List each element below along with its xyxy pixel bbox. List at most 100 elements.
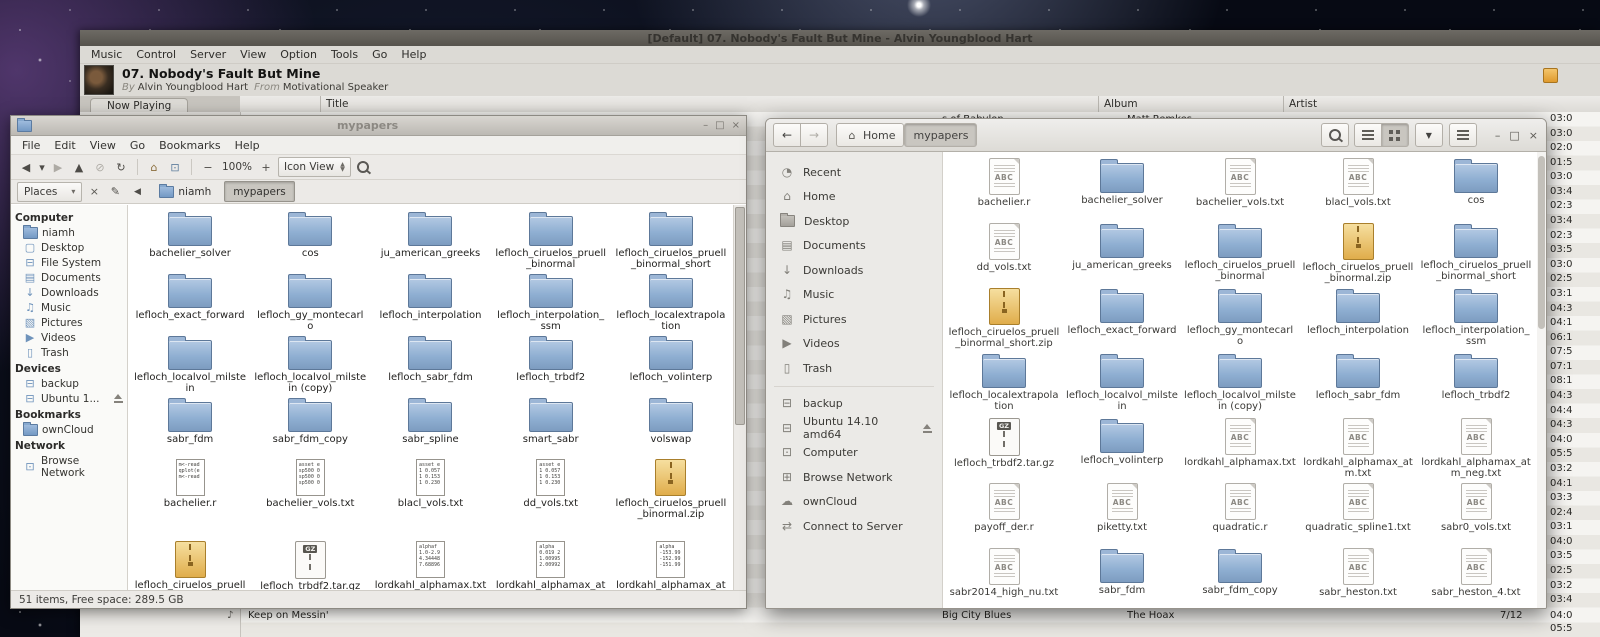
list-view-button[interactable] [1353,123,1382,147]
file-item[interactable]: lefloch_localvol_milstein (copy) [1181,353,1299,418]
file-item[interactable]: ABC piketty.txt [1063,483,1181,548]
column-header-album[interactable]: Album [1098,96,1287,112]
file-item[interactable]: ABC sabr0_vols.txt [1417,483,1535,548]
vertical-scrollbar[interactable] [1537,152,1546,608]
file-item[interactable]: lefloch_trbdf2 [491,335,611,397]
menu-item-option[interactable]: Option [273,48,324,61]
file-item[interactable]: lefloch_interpolation_ssm [491,273,611,335]
file-item[interactable]: sabr_fdm [130,397,250,459]
sidebar-item-downloads[interactable]: ↓ Downloads [766,258,942,283]
file-item[interactable]: lefloch_ciruelos_pruell_binormal [1181,223,1299,288]
close-button[interactable]: × [732,120,740,131]
sidebar-item-pictures[interactable]: ▧ Pictures [766,307,942,332]
file-item[interactable]: lefloch_ciruelos_pruell_binormal.zip [611,459,731,541]
sidebar-item-niamh[interactable]: niamh [11,224,127,240]
file-item[interactable]: lefloch_localextrapolation [611,273,731,335]
file-item[interactable]: GZ lefloch_trbdf2.tar.gz [945,418,1063,483]
path-button-home[interactable]: ⌂ Home [836,123,905,147]
file-item[interactable]: ABC quadratic.r [1181,483,1299,548]
view-options-button[interactable]: ▼ [1414,123,1443,147]
vertical-scrollbar[interactable] [733,205,746,590]
right-window-headerbar[interactable]: ← → ⌂ Home mypapers ▼ – □ × [766,119,1546,152]
file-item[interactable]: lefloch_sabr_fdm [1299,353,1417,418]
sidebar-item-backup[interactable]: ⊟ backup [766,392,942,417]
back-button[interactable]: ← [773,123,801,147]
file-item[interactable]: ABC payoff_der.r [945,483,1063,548]
menu-item-view[interactable]: View [83,139,123,152]
menu-item-go[interactable]: Go [365,48,394,61]
computer-button[interactable]: ⊡ [166,158,184,176]
menu-item-tools[interactable]: Tools [324,48,365,61]
eject-icon[interactable] [923,423,932,433]
close-button[interactable]: × [1529,129,1538,142]
status-icon[interactable] [1543,68,1558,83]
sidebar-item-trash[interactable]: ▯ Trash [11,345,127,360]
maximize-button[interactable]: □ [1509,129,1519,142]
forward-button[interactable]: → [800,123,828,147]
file-item[interactable]: lefloch_trbdf2 [1417,353,1535,418]
scroll-path-left-button[interactable]: ◀ [128,183,146,201]
file-item[interactable]: alphaf 1.0-2.9 4.34448 7.68896 lordkahl_alph… [370,541,490,590]
menu-item-edit[interactable]: Edit [47,139,82,152]
file-item[interactable]: bachelier_solver [1063,158,1181,223]
file-item[interactable]: ABC blacl_vols.txt [1299,158,1417,223]
column-header-artist[interactable]: Artist [1283,96,1600,112]
file-item[interactable]: asset e1 0.057 1 0.153 1 0.230 blacl_vols.t… [370,459,490,541]
file-item[interactable]: lefloch_interpolation_ssm [1417,288,1535,353]
file-item[interactable]: smart_sabr [491,397,611,459]
track-row[interactable]: ♪ Keep on Messin' Big City Blues The Hoa… [80,608,1600,623]
menu-item-music[interactable]: Music [84,48,129,61]
eject-icon[interactable] [114,394,123,403]
search-button[interactable] [354,158,372,176]
menu-item-file[interactable]: File [15,139,47,152]
sidebar-item-trash[interactable]: ▯ Trash [766,356,942,381]
file-item[interactable]: ABC quadratic_spline1.txt [1299,483,1417,548]
sidebar-item-backup[interactable]: ⊟ backup [11,376,127,391]
sidebar-item-music[interactable]: ♫ Music [11,300,127,315]
file-item[interactable]: sabr_spline [370,397,490,459]
back-history-dropdown[interactable]: ▾ [38,158,46,176]
sidebar-item-ubuntu-14-10-amd64[interactable]: ⊟ Ubuntu 14.10 amd64 [766,415,942,441]
sidebar-item-connect-to-server[interactable]: ⇄ Connect to Server [766,514,942,539]
file-item[interactable]: ABC sabr_heston.txt [1299,548,1417,608]
sidebar-item-owncloud[interactable]: ☁ ownCloud [766,490,942,515]
menu-button[interactable] [1448,123,1477,147]
file-item[interactable]: lefloch_ciruelos_pruell_binormal_short.z… [945,288,1063,353]
sidebar-item-computer[interactable]: ⊡ Computer [766,441,942,466]
forward-button[interactable]: ▶ [49,158,67,176]
back-button[interactable]: ◀ [17,158,35,176]
edit-location-button[interactable]: ✎ [106,183,124,201]
zoom-in-button[interactable]: + [257,158,275,176]
menu-item-view[interactable]: View [233,48,273,61]
menu-item-help[interactable]: Help [394,48,433,61]
file-item[interactable]: GZ lefloch_trbdf2.tar.gz [250,541,370,590]
sidebar-item-home[interactable]: ⌂ Home [766,185,942,210]
sidebar-item-browse-network[interactable]: ⊡ Browse Network [11,453,127,480]
sidebar-item-videos[interactable]: ▶ Videos [11,330,127,345]
player-titlebar[interactable]: [Default] 07. Nobody's Fault But Mine - … [80,30,1600,46]
sidebar-item-documents[interactable]: ▤ Documents [11,270,127,285]
file-item[interactable]: lefloch_localvol_milstein (copy) [250,335,370,397]
menu-item-help[interactable]: Help [228,139,267,152]
file-item[interactable]: ABC lordkahl_alphamax.txt [1181,418,1299,483]
close-sidebar-button[interactable]: × [86,185,102,198]
file-item[interactable]: ABC bachelier_vols.txt [1181,158,1299,223]
maximize-button[interactable]: □ [715,120,724,131]
up-button[interactable]: ▲ [70,158,88,176]
file-item[interactable]: ABC dd_vols.txt [945,223,1063,288]
search-button[interactable] [1320,123,1349,147]
file-item[interactable]: lefloch_ciruelos_pruell_binormal [491,211,611,273]
file-item[interactable]: lefloch_exact_forward [1063,288,1181,353]
file-item[interactable]: volswap [611,397,731,459]
artist-name[interactable]: Alvin Youngblood Hart [138,82,248,93]
sidebar-item-pictures[interactable]: ▧ Pictures [11,315,127,330]
file-item[interactable]: lefloch_gy_montecarlo [1181,288,1299,353]
sidebar-item-file-system[interactable]: ⊟ File System [11,255,127,270]
file-item[interactable]: alpha -153.99 -152.99 -151.99 lordkahl_alpha… [611,541,731,590]
file-item[interactable]: lefloch_localvol_milstein [1063,353,1181,418]
file-item[interactable]: lefloch_gy_montecarlo [250,273,370,335]
album-name[interactable]: Motivational Speaker [283,82,388,93]
sidebar-item-documents[interactable]: ▤ Documents [766,234,942,259]
sidebar-item-downloads[interactable]: ↓ Downloads [11,285,127,300]
menu-item-bookmarks[interactable]: Bookmarks [152,139,227,152]
